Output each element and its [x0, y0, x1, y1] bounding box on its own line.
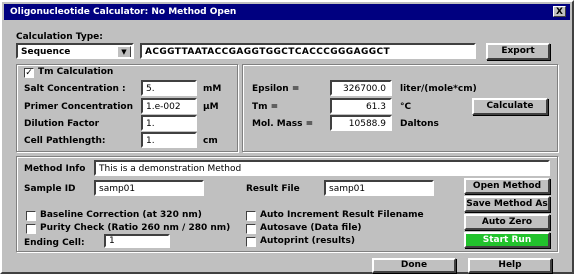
sequence-input[interactable]: ACGGTTAATACCGAGGTGGCTCACCCGGGAGGCT: [140, 43, 476, 59]
autosave-label: Autosave (Data file): [260, 223, 362, 233]
pathlength-input[interactable]: 1.: [141, 132, 197, 148]
dilution-input[interactable]: 1.: [141, 115, 197, 131]
salt-unit: mM: [203, 84, 222, 94]
autoprint-label: Autoprint (results): [260, 236, 355, 246]
primer-label: Primer Concentration: [24, 102, 134, 112]
baseline-label: Baseline Correction (at 320 nm): [40, 210, 202, 220]
ending-cell-label: Ending Cell:: [24, 238, 85, 248]
epsilon-unit: liter/(mole*cm): [400, 84, 477, 94]
calculator-window: Oligonucleotide Calculator: No Method Op…: [0, 0, 574, 274]
save-method-button[interactable]: Save Method As: [464, 196, 550, 212]
result-file-input[interactable]: samp01: [324, 180, 434, 196]
purity-checkbox[interactable]: [26, 224, 36, 234]
close-icon: X: [556, 7, 563, 17]
help-button[interactable]: Help: [468, 258, 552, 273]
method-info-input[interactable]: This is a demonstration Method: [94, 160, 550, 176]
window-title: Oligonucleotide Calculator: No Method Op…: [10, 7, 237, 17]
chevron-down-icon[interactable]: ▼: [117, 46, 131, 57]
mass-unit: Daltons: [400, 119, 439, 129]
salt-label: Salt Concentration :: [24, 84, 126, 94]
dilution-label: Dilution Factor: [24, 119, 100, 129]
auto-increment-checkbox[interactable]: [246, 211, 256, 221]
epsilon-label: Epsilon =: [252, 84, 300, 94]
epsilon-value: 326700.0: [330, 80, 392, 96]
salt-input[interactable]: 5.: [141, 80, 197, 96]
result-file-label: Result File: [246, 184, 300, 194]
calculate-button[interactable]: Calculate: [472, 98, 548, 115]
autosave-checkbox[interactable]: [246, 224, 256, 234]
calc-type-label: Calculation Type:: [16, 32, 103, 42]
auto-increment-label: Auto Increment Result Filename: [260, 210, 424, 220]
mass-value: 10588.9: [330, 115, 392, 131]
open-method-button[interactable]: Open Method: [464, 178, 550, 194]
close-button[interactable]: X: [553, 6, 566, 17]
tm-result-value: 61.3: [330, 98, 392, 114]
method-info-label: Method Info: [24, 164, 86, 174]
tm-checkbox[interactable]: ✓: [24, 68, 34, 78]
calc-type-selected: Sequence: [21, 47, 71, 57]
ending-cell-input[interactable]: 1: [104, 234, 170, 248]
start-run-button[interactable]: Start Run: [464, 232, 550, 248]
done-button[interactable]: Done: [372, 258, 456, 273]
mass-label: Mol. Mass =: [252, 119, 314, 129]
tm-result-label: Tm =: [252, 102, 279, 112]
primer-unit: µM: [203, 102, 219, 112]
export-button[interactable]: Export: [486, 43, 550, 60]
baseline-checkbox[interactable]: [26, 211, 36, 221]
tm-checkbox-label: Tm Calculation: [38, 67, 114, 77]
title-bar: Oligonucleotide Calculator: No Method Op…: [4, 4, 570, 20]
sample-id-label: Sample ID: [24, 184, 76, 194]
pathlength-label: Cell Pathlength:: [24, 136, 106, 146]
autoprint-checkbox[interactable]: [246, 237, 256, 247]
purity-label: Purity Check (Ratio 260 nm / 280 nm): [40, 223, 231, 233]
tm-result-unit: °C: [400, 102, 412, 112]
auto-zero-button[interactable]: Auto Zero: [464, 214, 550, 230]
calc-type-select[interactable]: Sequence ▼: [16, 43, 134, 59]
sample-id-input[interactable]: samp01: [94, 180, 204, 196]
pathlength-unit: cm: [203, 136, 218, 146]
primer-input[interactable]: 1.e-002: [141, 98, 197, 114]
